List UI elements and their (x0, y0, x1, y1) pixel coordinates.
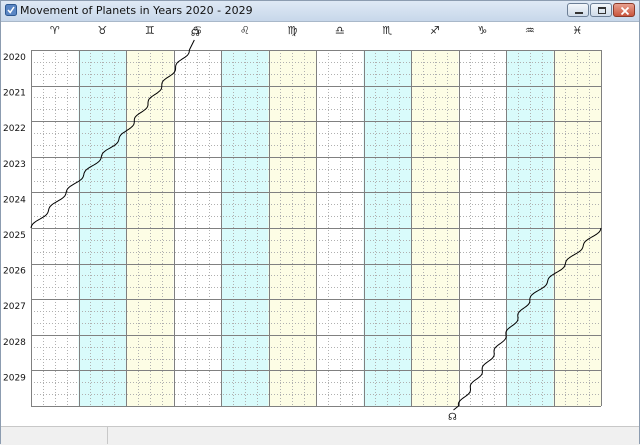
app-icon (5, 4, 17, 16)
zodiac-sign-label: ♉ (97, 24, 107, 37)
symbol-leader-line (188, 39, 195, 51)
status-bar (1, 426, 639, 445)
zodiac-sign-label: ♑ (477, 24, 487, 37)
planet-symbol-label: ☊ (191, 28, 200, 39)
year-label: 2021 (3, 89, 26, 99)
maximize-icon (598, 7, 606, 14)
year-label: 2026 (3, 267, 26, 277)
year-label: 2020 (3, 53, 26, 63)
zodiac-sign-label: ♏ (382, 24, 392, 37)
zodiac-sign-label: ♐ (430, 24, 440, 37)
planet-symbol-label: ☊ (448, 412, 457, 423)
minimize-icon (575, 12, 583, 14)
year-label: 2023 (3, 160, 26, 170)
zodiac-sign-label: ♌ (240, 24, 250, 37)
window-title: Movement of Planets in Years 2020 - 2029 (20, 4, 253, 17)
close-button[interactable] (613, 3, 635, 17)
title-bar[interactable]: Movement of Planets in Years 2020 - 2029 (1, 1, 639, 22)
zodiac-sign-label: ♍ (287, 24, 297, 37)
year-label: 2029 (3, 373, 26, 383)
zodiac-sign-label: ♎ (335, 24, 345, 37)
planet-movement-chart: ♈ ♉ ♊ ♋ ♌ ♍ ♎ ♏ ♐ ♑ ♒ ♓2020202120222023202420252026… (3, 24, 602, 423)
zodiac-sign-label: ♊ (145, 24, 155, 37)
year-label: 2028 (3, 338, 26, 348)
zodiac-sign-label: ♈ (50, 24, 60, 37)
year-label: 2022 (3, 124, 26, 134)
year-label: 2024 (3, 195, 26, 205)
status-pane (1, 427, 108, 444)
chart-area: ♈ ♉ ♊ ♋ ♌ ♍ ♎ ♏ ♐ ♑ ♒ ♓ 2020 2021 2022 2023 2024 2025 2026… (1, 22, 639, 424)
minimize-button[interactable] (567, 3, 589, 17)
year-label: 2025 (3, 231, 26, 241)
year-label: 2027 (3, 302, 26, 312)
zodiac-sign-label: ♓ (572, 24, 582, 37)
zodiac-sign-label: ♒ (525, 24, 535, 37)
app-window: Movement of Planets in Years 2020 - 2029… (0, 0, 640, 445)
close-icon (620, 6, 630, 16)
maximize-button[interactable] (590, 3, 612, 17)
